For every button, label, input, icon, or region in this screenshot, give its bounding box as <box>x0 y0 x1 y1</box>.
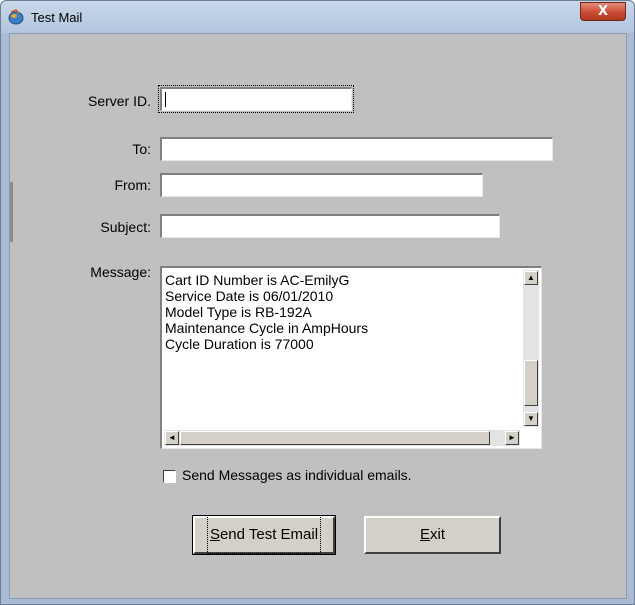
to-input[interactable] <box>160 137 553 161</box>
exit-label-rest: xit <box>430 526 445 543</box>
message-line: Maintenance Cycle in AmpHours <box>165 320 369 336</box>
message-label: Message: <box>90 264 151 280</box>
close-icon: X <box>597 4 609 19</box>
text-caret <box>165 92 166 107</box>
message-text: Cart ID Number is AC-EmilyG Service Date… <box>165 272 510 352</box>
test-mail-window: Test Mail X Server ID. To: From: Subject… <box>0 0 635 605</box>
server-id-label: Server ID. <box>87 93 151 109</box>
send-label-rest: end Test Email <box>219 526 319 543</box>
individual-emails-checkbox[interactable] <box>163 470 176 483</box>
subject-input[interactable] <box>160 214 500 238</box>
window-title: Test Mail <box>31 10 83 25</box>
scroll-up-arrow-icon[interactable]: ▲ <box>524 271 538 285</box>
title-bar[interactable]: Test Mail X <box>1 1 634 33</box>
scroll-down-arrow-icon[interactable]: ▼ <box>524 412 538 426</box>
dialog-body: Server ID. To: From: Subject: Message: C… <box>9 33 627 599</box>
to-label: To: <box>132 141 151 157</box>
exit-button[interactable]: Exit <box>364 516 501 554</box>
horizontal-scrollbar[interactable]: ◄ ► <box>164 430 520 446</box>
scroll-left-arrow-icon[interactable]: ◄ <box>165 431 179 445</box>
send-test-email-button[interactable]: Send Test Email <box>192 515 336 555</box>
send-test-email-label: Send Test Email <box>206 515 322 554</box>
message-line: Service Date is 06/01/2010 <box>165 288 334 304</box>
message-line: Cart ID Number is AC-EmilyG <box>165 272 350 288</box>
horizontal-scroll-thumb[interactable] <box>180 431 490 445</box>
vertical-scroll-thumb[interactable] <box>524 360 538 406</box>
exit-accelerator: E <box>419 526 430 543</box>
subject-label: Subject: <box>100 219 151 235</box>
vertical-scrollbar[interactable]: ▲ ▼ <box>523 270 539 427</box>
from-input[interactable] <box>160 173 483 197</box>
exit-label: Exit <box>420 518 445 551</box>
scroll-right-arrow-icon[interactable]: ► <box>505 431 519 445</box>
message-line: Model Type is RB-192A <box>165 304 312 320</box>
message-textarea[interactable]: Cart ID Number is AC-EmilyG Service Date… <box>160 266 542 449</box>
mail-app-icon <box>8 9 24 25</box>
from-label: From: <box>114 177 151 193</box>
frame-edge <box>10 182 13 242</box>
server-id-input[interactable] <box>158 85 354 113</box>
individual-emails-label[interactable]: Send Messages as individual emails. <box>182 467 412 483</box>
close-button[interactable]: X <box>580 2 626 21</box>
message-line: Cycle Duration is 77000 <box>165 336 314 352</box>
send-accelerator: S <box>209 526 220 543</box>
